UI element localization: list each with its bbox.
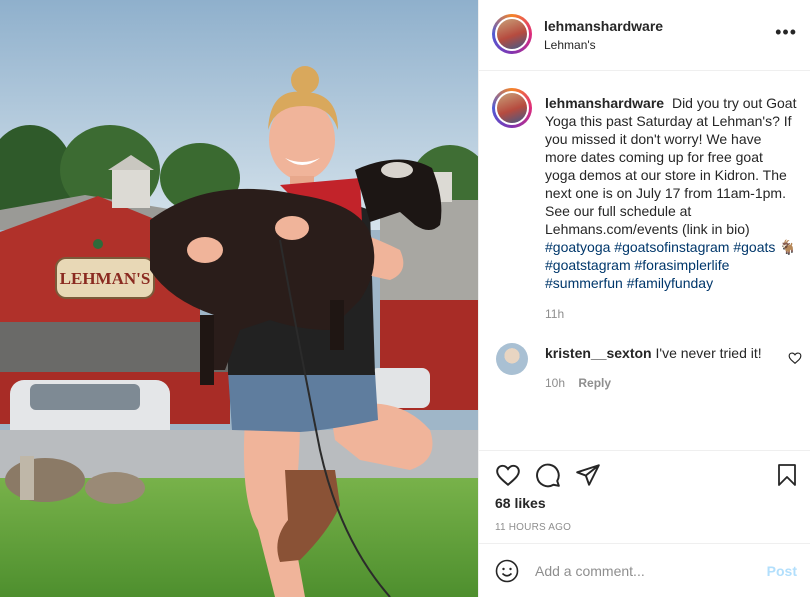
- comment-input[interactable]: [535, 560, 745, 582]
- caption-avatar[interactable]: [492, 88, 532, 128]
- goat-emoji: 🐐: [779, 239, 797, 255]
- store-sign-text: LEHMAN'S: [60, 269, 151, 288]
- post-location[interactable]: Lehman's: [544, 38, 596, 52]
- caption-username[interactable]: lehmanshardware: [545, 95, 664, 111]
- caption-text: lehmanshardware Did you try out Goat Yog…: [545, 94, 797, 292]
- post-timestamp[interactable]: 11 HOURS AGO: [495, 522, 571, 533]
- post-actions: 68 likes 11 HOURS AGO: [479, 450, 810, 543]
- comment-icon[interactable]: [535, 462, 561, 488]
- caption-timestamp[interactable]: 11h: [545, 307, 564, 321]
- goat-yoga-photo: LEHMAN'S: [0, 0, 478, 597]
- caption-body: Did you try out Goat Yoga this past Satu…: [545, 95, 797, 237]
- comment-body: I've never tried it!: [655, 345, 762, 361]
- share-icon[interactable]: [575, 462, 601, 488]
- reply-button[interactable]: Reply: [578, 376, 611, 390]
- account-avatar[interactable]: [492, 14, 532, 54]
- more-options-icon[interactable]: •••: [775, 23, 797, 41]
- comment-username[interactable]: kristen__sexton: [545, 345, 652, 361]
- hashtags-line-3[interactable]: #summerfun #familyfunday: [545, 275, 713, 291]
- comment-like-heart-icon[interactable]: [788, 351, 802, 365]
- add-comment-bar: Post: [479, 543, 810, 597]
- likes-count[interactable]: 68 likes: [495, 495, 546, 511]
- header-username[interactable]: lehmanshardware: [544, 18, 663, 34]
- emoji-icon[interactable]: [495, 559, 519, 583]
- comment-text: kristen__sexton I've never tried it!: [545, 345, 762, 361]
- post-details-panel: lehmanshardware Lehman's ••• lehmanshard…: [478, 0, 810, 597]
- post-comment-button[interactable]: Post: [767, 563, 797, 579]
- comment-meta: 10h Reply: [545, 376, 611, 390]
- hashtags-line-2[interactable]: #goatstagram #forasimplerlife: [545, 257, 729, 273]
- post-photo[interactable]: LEHMAN'S: [0, 0, 478, 597]
- comment-time[interactable]: 10h: [545, 376, 565, 390]
- heart-icon[interactable]: [495, 462, 521, 488]
- hashtags-line-1[interactable]: #goatyoga #goatsofinstagram #goats: [545, 239, 775, 255]
- post-header: lehmanshardware Lehman's •••: [479, 0, 810, 71]
- bookmark-icon[interactable]: [775, 462, 799, 488]
- commenter-avatar[interactable]: [496, 343, 528, 375]
